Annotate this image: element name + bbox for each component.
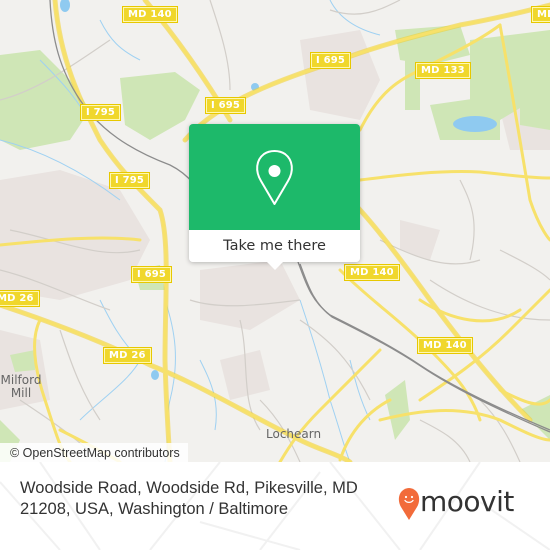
place-label-text: Milford Mill: [0, 373, 42, 400]
take-me-there-popup[interactable]: Take me there: [189, 124, 360, 270]
footer: Woodside Road, Woodside Rd, Pikesville, …: [0, 462, 550, 550]
moovit-wordmark: moovit: [420, 485, 514, 518]
popup-header[interactable]: [189, 124, 360, 230]
road-shield-md133: MD 133: [416, 63, 470, 78]
road-shield-i695: I 695: [311, 53, 351, 68]
moovit-pin-icon: [398, 488, 420, 520]
road-shield-i695: I 695: [206, 98, 246, 113]
road-shield-md26: MD 26: [104, 348, 151, 363]
road-shield-md140: MD 140: [345, 265, 399, 280]
road-shield-i795: I 795: [81, 105, 121, 120]
map-attribution[interactable]: © OpenStreetMap contributors: [0, 443, 188, 462]
road-shield-md140: MD 140: [418, 338, 472, 353]
map-view[interactable]: MD 140 MD 140 MD 140 MD I 695 I 695 I 69…: [0, 0, 550, 462]
popup-pointer: [267, 262, 283, 270]
road-shield-md140-edge: MD: [532, 7, 550, 22]
road-shield-i695: I 695: [132, 267, 172, 282]
road-shield-md26: MD 26: [0, 291, 39, 306]
road-shield-md140: MD 140: [123, 7, 177, 22]
location-pin-icon: [256, 150, 293, 205]
place-label-lochearn: Lochearn: [266, 427, 322, 441]
place-label-milford-mill: Milford Mill: [0, 374, 42, 400]
take-me-there-button[interactable]: Take me there: [189, 230, 360, 262]
address-text: Woodside Road, Woodside Rd, Pikesville, …: [20, 479, 358, 518]
road-shield-i795: I 795: [110, 173, 150, 188]
